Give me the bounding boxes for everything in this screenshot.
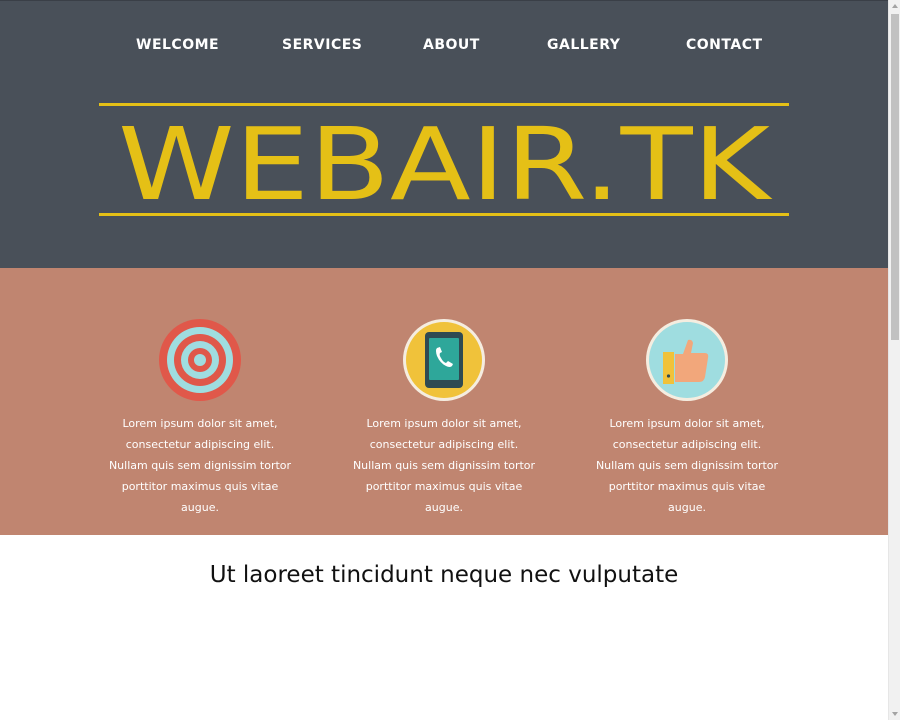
nav-gallery-link[interactable]: GALLERY bbox=[547, 35, 620, 55]
logo-rule-top bbox=[99, 103, 789, 106]
feature-text: Lorem ipsum dolor sit amet, consectetur … bbox=[108, 417, 292, 514]
site-logo[interactable]: WEBAIR.TK bbox=[99, 103, 789, 218]
logo-text: WEBAIR.TK bbox=[118, 109, 773, 211]
scrollbar-thumb[interactable] bbox=[891, 14, 899, 340]
feature-card-target: Lorem ipsum dolor sit amet, consectetur … bbox=[105, 318, 295, 518]
vertical-scrollbar[interactable] bbox=[888, 0, 900, 720]
logo-wordmark: WEBAIR.TK bbox=[118, 109, 773, 211]
features-section: Lorem ipsum dolor sit amet, consectetur … bbox=[0, 268, 888, 535]
content-heading: Ut laoreet tincidunt neque nec vulputate bbox=[209, 562, 679, 588]
main-nav: WELCOME SERVICES ABOUT GALLERY CONTACT bbox=[0, 35, 888, 55]
feature-card-thumbs-up: Lorem ipsum dolor sit amet, consectetur … bbox=[592, 318, 782, 518]
nav-contact-link[interactable]: CONTACT bbox=[686, 35, 763, 55]
nav-welcome-link[interactable]: WELCOME bbox=[136, 35, 219, 55]
target-icon bbox=[159, 319, 241, 401]
feature-text: Lorem ipsum dolor sit amet, consectetur … bbox=[352, 417, 536, 514]
feature-card-phone: Lorem ipsum dolor sit amet, consectetur … bbox=[349, 318, 539, 518]
thumbs-up-icon bbox=[646, 319, 728, 401]
site-header: WELCOME SERVICES ABOUT GALLERY CONTACT W… bbox=[0, 0, 888, 268]
phone-tablet-icon bbox=[403, 319, 485, 401]
scroll-up-arrow-icon[interactable] bbox=[889, 0, 900, 12]
logo-rule-bottom bbox=[99, 213, 789, 216]
feature-text: Lorem ipsum dolor sit amet, consectetur … bbox=[595, 417, 779, 514]
nav-about-link[interactable]: ABOUT bbox=[423, 35, 480, 55]
page: WELCOME SERVICES ABOUT GALLERY CONTACT W… bbox=[0, 0, 888, 720]
nav-services-link[interactable]: SERVICES bbox=[282, 35, 362, 55]
scroll-down-arrow-icon[interactable] bbox=[889, 708, 900, 720]
